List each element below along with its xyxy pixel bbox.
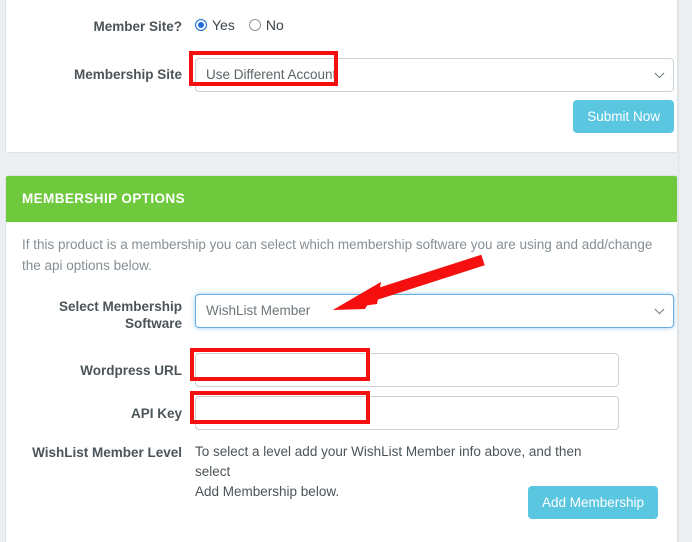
- api-key-input[interactable]: [195, 396, 619, 430]
- membership-software-select[interactable]: WishList Member: [195, 294, 674, 328]
- api-key-input-wrap: [195, 396, 619, 430]
- wordpress-url-input-wrap: [195, 353, 619, 387]
- wordpress-url-input[interactable]: [195, 353, 619, 387]
- member-site-label: Member Site?: [93, 19, 182, 34]
- radio-option-no[interactable]: No: [248, 17, 284, 33]
- select-software-label-line2: Software: [124, 316, 182, 331]
- member-level-help-line1: To select a level add your WishList Memb…: [195, 444, 582, 479]
- radio-no-label: No: [265, 17, 284, 33]
- member-level-label: WishList Member Level: [32, 445, 182, 460]
- membership-site-row: Membership Site Use Different Account: [6, 58, 679, 92]
- radio-yes-icon[interactable]: [195, 19, 207, 31]
- page-root: Member Site? Yes No Membership Site Use …: [0, 0, 692, 542]
- select-software-label-line1: Select Membership: [58, 299, 182, 314]
- radio-yes-label: Yes: [212, 17, 235, 33]
- membership-site-select-holder: Use Different Account: [195, 58, 674, 92]
- submit-now-button[interactable]: Submit Now: [573, 100, 674, 133]
- add-membership-button[interactable]: Add Membership: [527, 486, 658, 519]
- select-software-row: Select Membership Software WishList Memb…: [6, 294, 677, 331]
- select-software-holder: WishList Member: [195, 294, 674, 328]
- select-software-label: Select Membership Software: [6, 298, 182, 332]
- api-key-label: API Key: [130, 406, 182, 421]
- radio-option-yes[interactable]: Yes: [195, 17, 235, 33]
- membership-site-select[interactable]: Use Different Account: [195, 58, 674, 92]
- page-scrollbar[interactable]: [678, 0, 692, 542]
- membership-site-panel: Member Site? Yes No Membership Site Use …: [5, 0, 678, 153]
- membership-options-panel: MEMBERSHIP OPTIONS If this product is a …: [5, 175, 678, 542]
- membership-options-header: MEMBERSHIP OPTIONS: [6, 176, 677, 222]
- radio-no-icon[interactable]: [248, 19, 261, 31]
- member-site-radio-group: Yes No: [195, 17, 284, 33]
- membership-site-label: Membership Site: [73, 67, 182, 82]
- wordpress-url-label: Wordpress URL: [80, 363, 182, 378]
- membership-options-description: If this product is a membership you can …: [22, 237, 653, 273]
